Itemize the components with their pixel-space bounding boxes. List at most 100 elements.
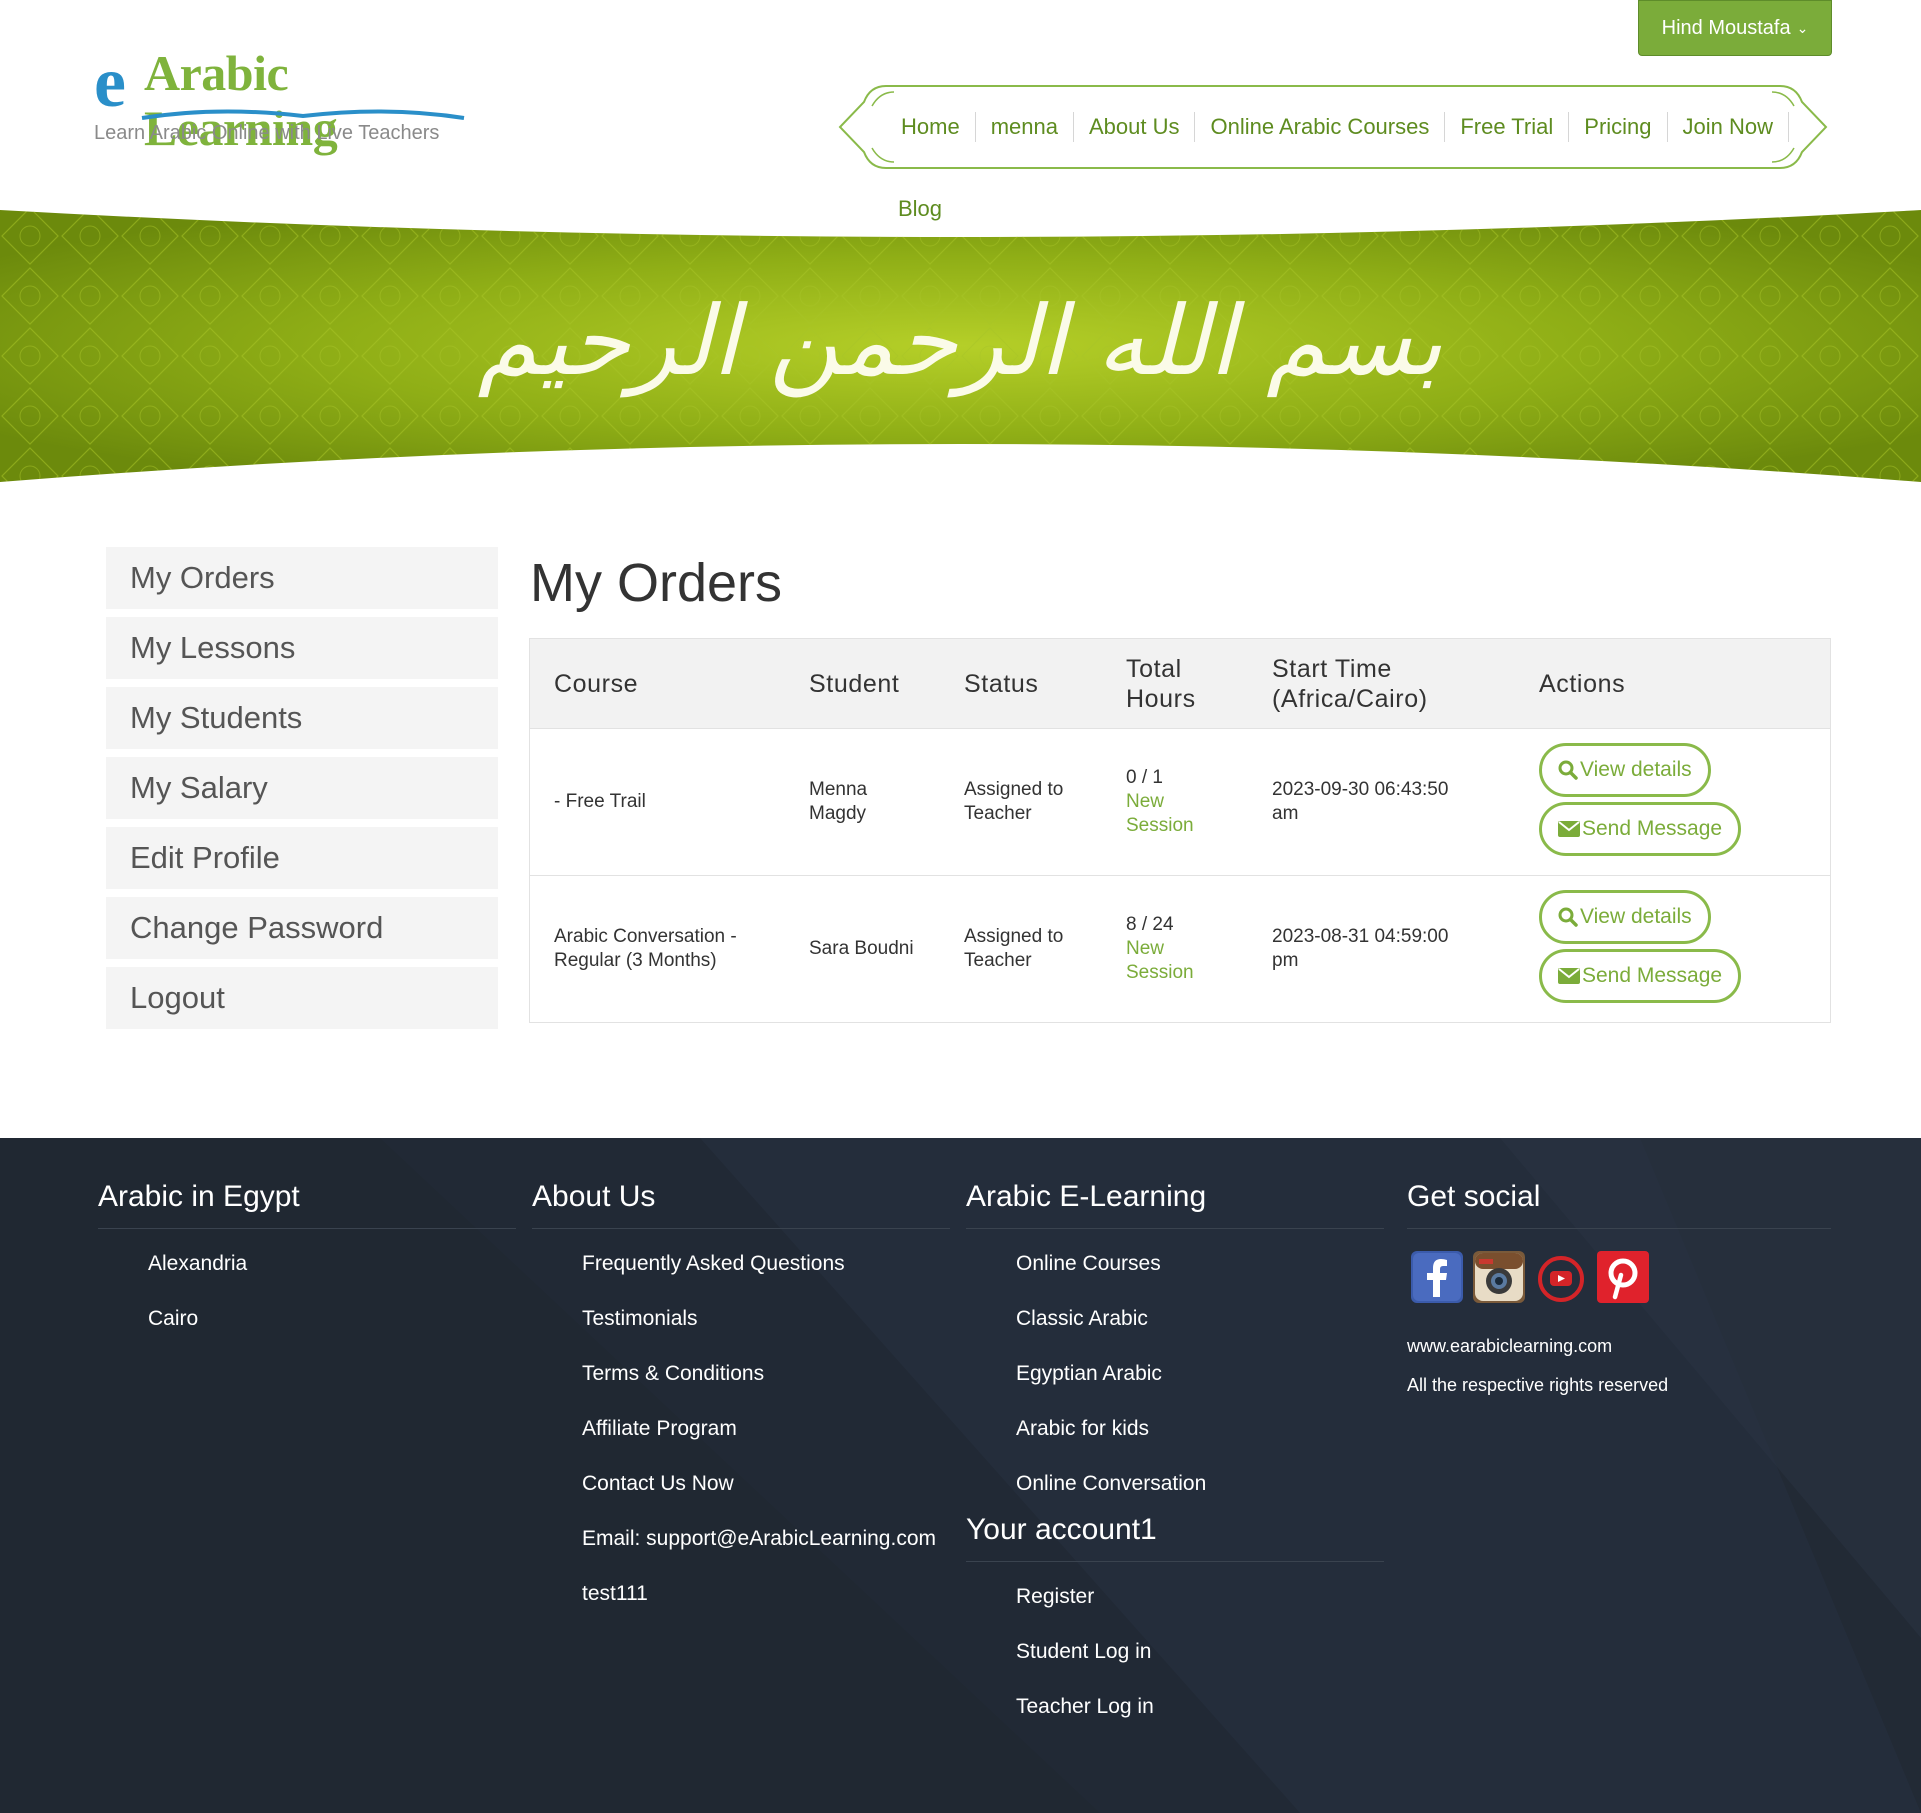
header-start-time-line1: Start Time [1272,655,1392,683]
youtube-icon[interactable] [1535,1251,1587,1303]
cell-status-line2: Teacher [964,803,1032,824]
cell-start-time: 2023-08-31 04:59:00 pm [1272,925,1448,973]
nav-online-arabic-courses[interactable]: Online Arabic Courses [1195,112,1446,142]
view-details-label: View details [1580,905,1692,928]
chevron-down-icon: ⌄ [1796,19,1809,36]
header-actions: Actions [1539,670,1626,698]
sidebar-item-change-password[interactable]: Change Password [106,897,498,959]
site-footer: Arabic in Egypt Alexandria Cairo About U… [0,1138,1921,1813]
nav-home[interactable]: Home [886,112,976,142]
cell-course: Arabic Conversation - Regular (3 Months) [554,925,737,973]
search-icon [1558,907,1578,927]
logo-e-mark: e [94,42,126,122]
view-details-button[interactable]: View details [1539,743,1711,797]
nav-pricing[interactable]: Pricing [1569,112,1668,142]
footer-link-testimonials[interactable]: Testimonials [532,1306,950,1361]
footer-link-classic-arabic[interactable]: Classic Arabic [966,1306,1384,1361]
table-header: Course Student Status Total Hours Start … [530,639,1830,729]
table-row: Arabic Conversation - Regular (3 Months)… [530,876,1830,1022]
facebook-icon[interactable] [1411,1251,1463,1303]
header-status: Status [964,670,1039,698]
social-icons [1411,1251,1831,1303]
pinterest-icon[interactable] [1597,1251,1649,1303]
footer-link-alexandria[interactable]: Alexandria [98,1251,516,1306]
new-session-line1: New [1126,938,1165,959]
footer-link-faq[interactable]: Frequently Asked Questions [532,1251,950,1306]
cell-start-line2: pm [1272,950,1299,971]
footer-link-student-login[interactable]: Student Log in [966,1639,1384,1694]
send-message-button[interactable]: Send Message [1539,802,1742,856]
cell-start-line1: 2023-08-31 04:59:00 [1272,926,1449,947]
footer-col-arabic-elearning: Arabic E-Learning Online Courses Classic… [966,1180,1384,1749]
sidebar-item-edit-profile[interactable]: Edit Profile [106,827,498,889]
logo-tagline: Learn Arabic Online with Live Teachers [94,122,440,144]
cell-student: Sara Boudni [809,937,914,961]
user-name: Hind Moustafa [1661,16,1791,39]
new-session-link[interactable]: New Session [1126,791,1194,836]
nav-about-us[interactable]: About Us [1074,112,1196,142]
footer-link-teacher-login[interactable]: Teacher Log in [966,1694,1384,1749]
cell-start-time: 2023-09-30 06:43:50 am [1272,778,1448,826]
cell-student: Menna Magdy [809,778,867,826]
instagram-icon[interactable] [1473,1251,1525,1303]
cell-course-line1: Arabic Conversation - [554,926,737,947]
orders-table: Course Student Status Total Hours Start … [529,638,1831,1023]
nav-free-trial[interactable]: Free Trial [1445,112,1570,142]
cell-student-line1: Menna [809,779,868,800]
new-session-link[interactable]: New Session [1126,938,1194,983]
send-message-button[interactable]: Send Message [1539,949,1742,1003]
footer-link-register[interactable]: Register [966,1584,1384,1639]
new-session-line2: Session [1126,962,1194,983]
banner-calligraphy: بسم الله الرحمن الرحيم [478,285,1443,398]
footer-site-url[interactable]: www.earabiclearning.com [1407,1327,1831,1366]
footer-col-get-social: Get social www.earabiclearning.com All t… [1407,1180,1831,1405]
cell-hours: 8 / 24 New Session [1126,913,1194,985]
cell-course-line2: Regular (3 Months) [554,950,717,971]
footer-col-about-us: About Us Frequently Asked Questions Test… [532,1180,950,1636]
cell-status: Assigned to Teacher [964,778,1063,826]
sidebar-item-my-orders[interactable]: My Orders [106,547,498,609]
sidebar-item-my-students[interactable]: My Students [106,687,498,749]
footer-link-cairo[interactable]: Cairo [98,1306,516,1361]
footer-heading: Arabic in Egypt [98,1180,516,1229]
view-details-label: View details [1580,758,1692,781]
cell-status-line1: Assigned to [964,779,1064,800]
footer-link-email[interactable]: Email: support@eArabicLearning.com [532,1526,950,1581]
site-logo[interactable]: e Arabic Learning Learn Arabic Online wi… [94,42,465,156]
footer-link-test111[interactable]: test111 [532,1581,950,1636]
new-session-line1: New [1126,791,1165,812]
sidebar-item-logout[interactable]: Logout [106,967,498,1029]
footer-heading: Get social [1407,1180,1831,1229]
footer-link-terms[interactable]: Terms & Conditions [532,1361,950,1416]
footer-link-egyptian-arabic[interactable]: Egyptian Arabic [966,1361,1384,1416]
cell-status: Assigned to Teacher [964,925,1063,973]
user-menu-button[interactable]: Hind Moustafa ⌄ [1638,0,1832,56]
envelope-icon [1558,968,1580,984]
send-message-label: Send Message [1582,964,1723,987]
view-details-button[interactable]: View details [1539,890,1711,944]
table-row: - Free Trail Menna Magdy Assigned to Tea… [530,729,1830,876]
sidebar-item-my-lessons[interactable]: My Lessons [106,617,498,679]
footer-link-contact[interactable]: Contact Us Now [532,1471,950,1526]
send-message-label: Send Message [1582,817,1723,840]
footer-link-affiliate[interactable]: Affiliate Program [532,1416,950,1471]
cell-hours: 0 / 1 New Session [1126,766,1194,838]
hero-banner: بسم الله الرحمن الرحيم [0,210,1921,482]
footer-heading: Arabic E-Learning [966,1180,1384,1229]
cell-status-line2: Teacher [964,950,1032,971]
header-total-hours: Total Hours [1126,654,1196,714]
nav-menna[interactable]: menna [976,112,1074,142]
footer-link-online-courses[interactable]: Online Courses [966,1251,1384,1306]
footer-link-online-conversation[interactable]: Online Conversation [966,1471,1384,1513]
footer-link-arabic-for-kids[interactable]: Arabic for kids [966,1416,1384,1471]
sidebar-item-my-salary[interactable]: My Salary [106,757,498,819]
cell-course: - Free Trail [554,790,646,814]
header-start-time: Start Time (Africa/Cairo) [1272,654,1428,714]
footer-heading: About Us [532,1180,950,1229]
hours-progress: 8 / 24 [1126,914,1174,935]
main-nav: Home menna About Us Online Arabic Course… [886,100,1790,154]
header-student: Student [809,670,900,698]
nav-join-now[interactable]: Join Now [1668,112,1790,142]
footer-rights: All the respective rights reserved [1407,1375,1669,1395]
header-total-hours-line1: Total [1126,655,1182,683]
